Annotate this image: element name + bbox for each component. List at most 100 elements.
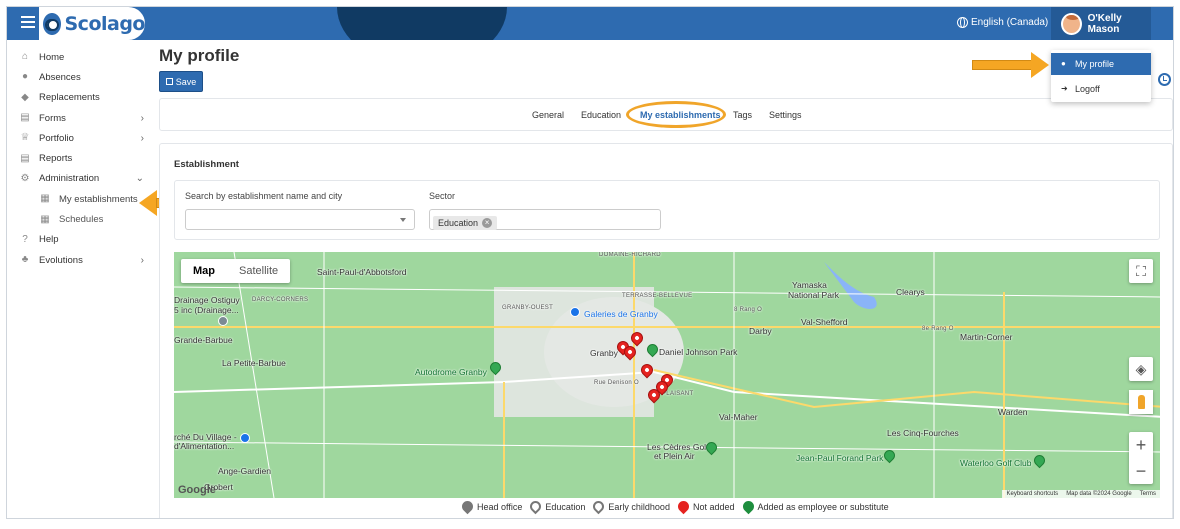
forms-icon: ▤ (20, 112, 30, 124)
tab-general[interactable]: General (532, 110, 564, 120)
filter-panel: Search by establishment name and city Se… (174, 180, 1160, 240)
fullscreen-icon[interactable]: ⛶ (1129, 259, 1153, 283)
tab-settings[interactable]: Settings (769, 110, 802, 120)
sidebar-item-label: Absences (39, 71, 81, 83)
legend-label: Education (545, 501, 586, 512)
header-decoration (337, 7, 507, 40)
sector-chip: Education × (433, 216, 498, 230)
language-selector[interactable]: English (Canada) (957, 17, 1048, 28)
map-label: Val-Maher (719, 412, 758, 422)
tab-education[interactable]: Education (581, 110, 621, 120)
sidebar-item-label: Home (39, 51, 65, 63)
map-label: Warden (998, 407, 1028, 417)
arrow-shaft (972, 60, 1032, 70)
map-label: Autodrome Granby (415, 367, 487, 377)
store-poi-icon[interactable] (240, 433, 250, 443)
map-label: DOMAINE-RICHARD (599, 252, 661, 258)
sidebar-item-label: Portfolio (39, 132, 74, 144)
menu-toggle-icon[interactable] (21, 16, 35, 28)
save-button[interactable]: Save (159, 71, 203, 92)
map-label: National Park (788, 290, 840, 300)
map-label: Daniel Johnson Park (659, 347, 738, 357)
map-label: d'Alimentation... (174, 441, 235, 451)
sidebar-item-absences[interactable]: ● Absences (7, 67, 152, 87)
sidebar-item-evolutions[interactable]: ♣ Evolutions › (7, 250, 152, 270)
sidebar-item-forms[interactable]: ▤ Forms › (7, 108, 152, 128)
question-icon: ? (22, 233, 28, 245)
gear-icon: ⚙ (20, 172, 30, 184)
search-label: Search by establishment name and city (185, 191, 343, 201)
menu-item-my-profile[interactable]: ● My profile (1051, 53, 1151, 75)
my-location-icon[interactable]: ◈ (1129, 357, 1153, 381)
sidebar-item-my-establishments[interactable]: ▦ My establishments (7, 189, 152, 209)
keyboard-shortcuts-link[interactable]: Keyboard shortcuts (1006, 491, 1058, 497)
replacements-icon: ◆ (21, 91, 29, 103)
map-label: Galeries de Granby (584, 309, 658, 319)
shopping-poi-icon[interactable] (570, 307, 580, 317)
head-office-pin-icon (459, 498, 476, 515)
map-attribution: Keyboard shortcuts Map data ©2024 Google… (1002, 490, 1160, 498)
top-bar: Scolago English (Canada) O'Kelly Mason (7, 7, 1173, 40)
terms-link[interactable]: Terms (1140, 491, 1156, 497)
sidebar-item-schedules[interactable]: ▦ Schedules (7, 209, 152, 229)
map-label: La Petite-Barbue (222, 358, 286, 368)
arrow-head (1031, 52, 1049, 78)
sidebar-item-label: Evolutions (39, 254, 83, 266)
sidebar-item-label: My establishments (59, 193, 138, 205)
sidebar-item-reports[interactable]: ▤ Reports (7, 148, 152, 168)
sidebar: ⌂ Home ● Absences ◆ Replacements ▤ Forms › ♕ P… (7, 47, 152, 270)
map[interactable]: Map Satellite ⛶ ◈ + − Saint-Paul-d'Abbot… (174, 252, 1160, 498)
chevron-down-icon: ⌄ (135, 173, 144, 185)
map-legend: Head office Education Early childhood No… (459, 498, 889, 515)
map-data-text: Map data ©2024 Google (1066, 491, 1132, 497)
map-type-control: Map Satellite (181, 259, 291, 283)
sidebar-item-portfolio[interactable]: ♕ Portfolio › (7, 128, 152, 148)
map-label: Martin-Corner (960, 332, 1013, 342)
menu-item-logoff[interactable]: ➜ Logoff (1051, 78, 1151, 100)
street-view-icon[interactable] (1129, 390, 1153, 414)
legend-label: Not added (692, 501, 735, 512)
map-label: Val-Shefford (801, 317, 848, 327)
map-label: Ange-Gardien (218, 466, 271, 476)
map-label: DARCY-CORNERS (252, 297, 309, 303)
map-label: Saint-Paul-d'Abbotsford (317, 267, 407, 277)
save-icon (165, 78, 173, 85)
language-label: English (Canada) (971, 17, 1049, 28)
establishment-search-select[interactable] (185, 209, 415, 230)
map-type-satellite[interactable]: Satellite (227, 259, 290, 283)
map-label: Jean-Paul Forand Park (796, 453, 884, 463)
zoom-out-button[interactable]: − (1129, 458, 1153, 484)
map-label: Waterloo Golf Club (960, 458, 1032, 468)
map-type-map[interactable]: Map (181, 259, 227, 283)
calendar-icon: ▦ (40, 213, 50, 225)
not-added-pin-icon (675, 498, 692, 515)
chip-remove-icon[interactable]: × (482, 218, 493, 228)
history-icon[interactable] (1158, 73, 1171, 86)
poi-icon[interactable] (218, 316, 228, 326)
zoom-in-button[interactable]: + (1129, 432, 1153, 458)
zoom-control: + − (1129, 432, 1153, 484)
map-label: Drainage Ostiguy (174, 295, 240, 305)
establishment-card: Establishment Search by establishment na… (159, 143, 1173, 518)
sidebar-item-replacements[interactable]: ◆ Replacements (7, 88, 152, 108)
building-icon: ▦ (40, 193, 50, 205)
logoff-icon: ➜ (1061, 84, 1068, 93)
user-menu-button[interactable]: O'Kelly Mason (1051, 7, 1151, 40)
legend-item: Education (528, 498, 586, 515)
logo[interactable]: Scolago (39, 7, 145, 40)
map-label: 8 Rang O (734, 307, 763, 313)
added-pin-icon (740, 498, 756, 515)
tab-tags[interactable]: Tags (733, 110, 752, 120)
legend-item: Not added (675, 498, 735, 515)
map-label: PLAISANT (662, 391, 694, 397)
sector-select[interactable]: Education × (429, 209, 661, 230)
map-label: Granby (590, 348, 618, 358)
sidebar-item-home[interactable]: ⌂ Home (7, 47, 152, 67)
sidebar-item-label: Administration (39, 173, 100, 185)
education-pin-icon (528, 498, 544, 515)
sidebar-item-administration[interactable]: ⚙ Administration ⌄ (7, 169, 152, 189)
sidebar-item-label: Help (39, 234, 59, 246)
logo-text: Scolago (64, 12, 146, 35)
sidebar-item-help[interactable]: ? Help (7, 230, 152, 250)
legend-label: Head office (477, 501, 523, 512)
